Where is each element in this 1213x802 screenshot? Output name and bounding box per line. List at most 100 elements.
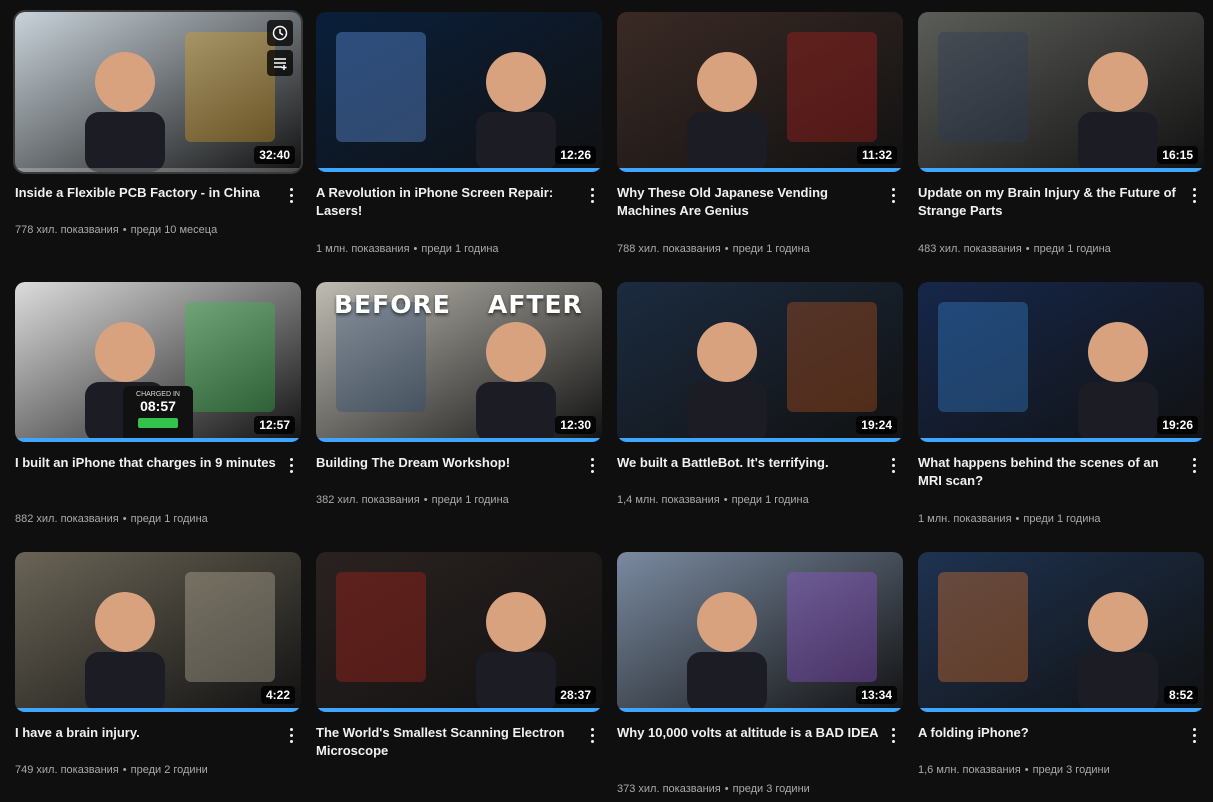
video-card[interactable]: 8:52 A folding iPhone? 1,6 млн. показван… [918, 552, 1204, 802]
video-card[interactable]: CHARGED IN 08:57 12:57 I built an iPhone… [15, 282, 301, 532]
video-metadata: 778 хил. показвания • преди 10 месеца [15, 223, 217, 237]
upload-age: преди 1 година [130, 513, 208, 525]
view-count: 373 хил. показвания [617, 783, 721, 795]
separator-dot: • [122, 764, 127, 776]
video-card[interactable]: 19:26 What happens behind the scenes of … [918, 282, 1204, 532]
dot-icon [1192, 457, 1196, 461]
video-thumbnail[interactable]: 28:37 [316, 552, 602, 712]
video-thumbnail[interactable]: BEFORE AFTER 12:30 [316, 282, 602, 442]
dot-icon [891, 457, 895, 461]
watch-later-button[interactable] [267, 20, 293, 46]
video-title[interactable]: Building The Dream Workshop! [316, 454, 578, 472]
more-options-button[interactable] [582, 454, 602, 476]
video-thumbnail[interactable]: 16:15 [918, 12, 1204, 172]
separator-dot: • [724, 783, 729, 795]
dot-icon [891, 193, 895, 197]
dot-icon [891, 187, 895, 191]
dot-icon [289, 727, 293, 731]
video-metadata: 788 хил. показвания • преди 1 година [617, 242, 810, 256]
video-card[interactable]: 28:37 The World's Smallest Scanning Elec… [316, 552, 602, 802]
more-options-button[interactable] [883, 184, 903, 206]
watch-progress-bar [617, 438, 903, 442]
upload-age: преди 1 година [1033, 243, 1111, 255]
video-thumbnail[interactable]: CHARGED IN 08:57 12:57 [15, 282, 301, 442]
video-card[interactable]: 32:40 Inside a Flexible PCB Factory - in… [15, 12, 301, 262]
dot-icon [590, 457, 594, 461]
dot-icon [289, 193, 293, 197]
more-options-button[interactable] [281, 184, 301, 206]
separator-dot: • [723, 494, 728, 506]
video-title[interactable]: Update on my Brain Injury & the Future o… [918, 184, 1180, 220]
video-title[interactable]: I have a brain injury. [15, 724, 277, 742]
video-duration: 19:26 [1157, 416, 1198, 434]
dot-icon [891, 733, 895, 737]
video-card[interactable]: 4:22 I have a brain injury. 749 хил. пок… [15, 552, 301, 802]
upload-age: преди 1 година [731, 494, 809, 506]
video-title[interactable]: A folding iPhone? [918, 724, 1180, 742]
dot-icon [1192, 733, 1196, 737]
video-title[interactable]: The World's Smallest Scanning Electron M… [316, 724, 578, 760]
video-card[interactable]: 16:15 Update on my Brain Injury & the Fu… [918, 12, 1204, 262]
upload-age: преди 1 година [431, 494, 509, 506]
upload-age: преди 1 година [732, 243, 810, 255]
upload-age: преди 10 месеца [130, 224, 218, 236]
watch-progress-bar [316, 438, 602, 442]
video-title[interactable]: A Revolution in iPhone Screen Repair: La… [316, 184, 578, 220]
more-options-button[interactable] [281, 454, 301, 476]
more-options-button[interactable] [281, 724, 301, 746]
dot-icon [590, 739, 594, 743]
more-options-button[interactable] [1184, 184, 1204, 206]
video-duration: 8:52 [1163, 686, 1198, 704]
video-title[interactable]: What happens behind the scenes of an MRI… [918, 454, 1180, 490]
more-options-button[interactable] [1184, 454, 1204, 476]
video-title[interactable]: Why These Old Japanese Vending Machines … [617, 184, 879, 220]
video-thumbnail[interactable]: 13:34 [617, 552, 903, 712]
separator-dot: • [1015, 513, 1020, 525]
more-options-button[interactable] [582, 184, 602, 206]
video-card[interactable]: 13:34 Why 10,000 volts at altitude is a … [617, 552, 903, 802]
video-title[interactable]: Why 10,000 volts at altitude is a BAD ID… [617, 724, 879, 742]
video-duration: 12:57 [254, 416, 295, 434]
video-title[interactable]: Inside a Flexible PCB Factory - in China [15, 184, 277, 202]
video-metadata: 882 хил. показвания • преди 1 година [15, 512, 208, 526]
video-title[interactable]: We built a BattleBot. It's terrifying. [617, 454, 879, 472]
add-to-queue-button[interactable] [267, 50, 293, 76]
dot-icon [1192, 469, 1196, 473]
upload-age: преди 3 години [732, 783, 810, 795]
video-card[interactable]: 19:24 We built a BattleBot. It's terrify… [617, 282, 903, 532]
video-thumbnail[interactable]: 8:52 [918, 552, 1204, 712]
video-card[interactable]: 12:26 A Revolution in iPhone Screen Repa… [316, 12, 602, 262]
video-metadata: 1 млн. показвания • преди 1 година [918, 512, 1101, 526]
view-count: 778 хил. показвания [15, 224, 119, 236]
charging-label: CHARGED IN [136, 391, 180, 398]
video-thumbnail[interactable]: 11:32 [617, 12, 903, 172]
video-thumbnail[interactable]: 4:22 [15, 552, 301, 712]
separator-dot: • [1025, 243, 1030, 255]
video-card[interactable]: BEFORE AFTER 12:30 Building The Dream Wo… [316, 282, 602, 532]
dot-icon [1192, 193, 1196, 197]
dot-icon [289, 199, 293, 203]
dot-icon [891, 199, 895, 203]
video-duration: 13:34 [856, 686, 897, 704]
video-thumbnail[interactable]: 12:26 [316, 12, 602, 172]
after-label: AFTER [488, 290, 583, 319]
video-metadata: 373 хил. показвания • преди 3 години [617, 782, 810, 796]
video-card[interactable]: 11:32 Why These Old Japanese Vending Mac… [617, 12, 903, 262]
dot-icon [590, 463, 594, 467]
video-thumbnail[interactable]: 19:26 [918, 282, 1204, 442]
video-title[interactable]: I built an iPhone that charges in 9 minu… [15, 454, 277, 472]
more-options-button[interactable] [883, 724, 903, 746]
more-options-button[interactable] [1184, 724, 1204, 746]
more-options-button[interactable] [582, 724, 602, 746]
dot-icon [289, 739, 293, 743]
dot-icon [289, 187, 293, 191]
separator-dot: • [423, 494, 428, 506]
watch-progress-bar [15, 708, 301, 712]
dot-icon [1192, 199, 1196, 203]
video-thumbnail[interactable]: 19:24 [617, 282, 903, 442]
upload-age: преди 3 години [1032, 764, 1110, 776]
more-options-button[interactable] [883, 454, 903, 476]
video-thumbnail[interactable]: 32:40 [15, 12, 301, 172]
video-duration: 28:37 [555, 686, 596, 704]
video-duration: 32:40 [254, 146, 295, 164]
